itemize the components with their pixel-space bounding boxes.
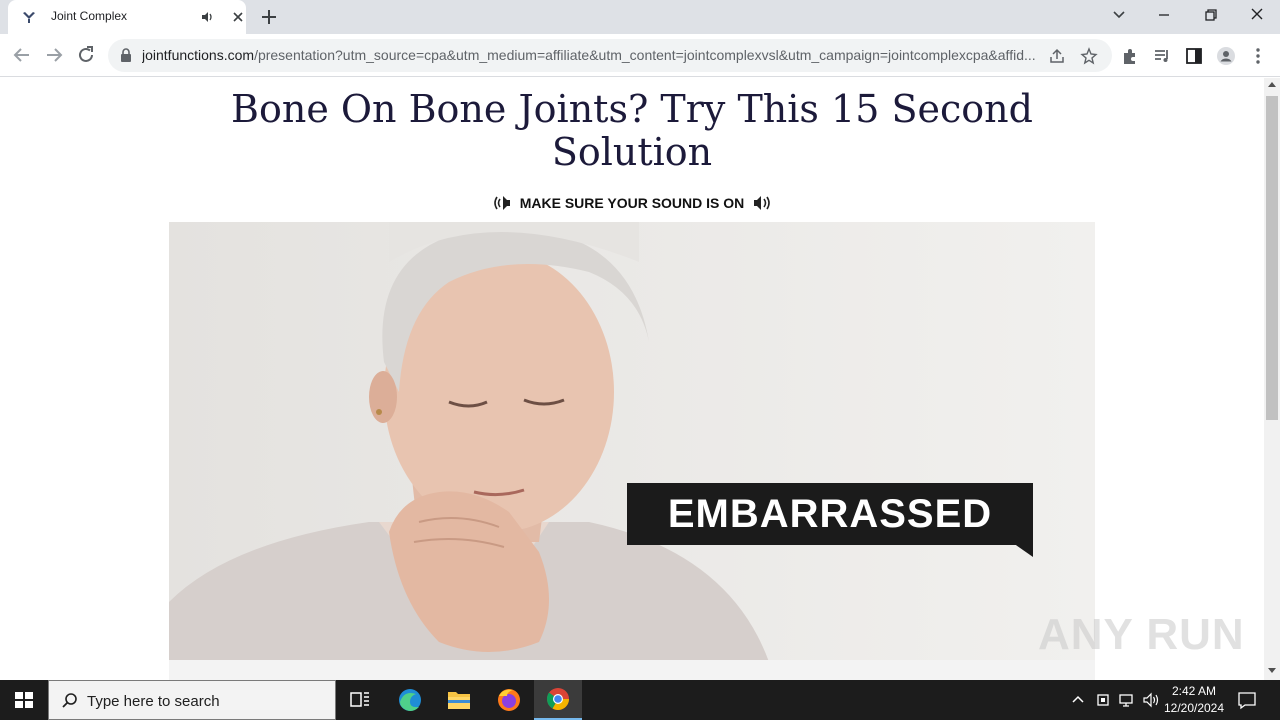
notification-center-icon[interactable] [1236, 690, 1258, 710]
caption-tail [1013, 543, 1033, 557]
tab-strip: Joint Complex [0, 0, 1280, 34]
search-placeholder: Type here to search [87, 693, 220, 710]
web-page: Bone On Bone Joints? Try This 15 Second … [0, 78, 1264, 680]
url-host: jointfunctions.com [142, 47, 255, 63]
taskbar-search-box[interactable]: Type here to search [48, 680, 336, 720]
side-panel-icon[interactable] [1184, 46, 1204, 66]
minimize-icon[interactable] [1152, 5, 1176, 25]
reload-icon[interactable] [74, 43, 98, 67]
url-path: /presentation?utm_source=cpa&utm_medium=… [254, 47, 1036, 63]
clock-time: 2:42 AM [1171, 684, 1217, 698]
page-scrollbar[interactable] [1264, 78, 1280, 680]
sound-notice: MAKE SURE YOUR SOUND IS ON [0, 194, 1264, 212]
tab-title: Joint Complex [51, 9, 128, 23]
clock-date: 12/20/2024 [1163, 701, 1225, 715]
extensions-icon[interactable] [1120, 46, 1140, 66]
bookmark-star-icon[interactable] [1080, 47, 1098, 65]
forward-icon[interactable] [42, 43, 66, 67]
address-bar[interactable]: jointfunctions.com/presentation?utm_sour… [108, 39, 1112, 72]
tray-chevron-up-icon[interactable] [1068, 690, 1088, 710]
volume-icon[interactable] [1141, 690, 1161, 710]
tab-search-chevron-icon[interactable] [1107, 5, 1131, 25]
windows-taskbar: Type here to search 2:42 AM 12/20/2024 [0, 680, 1280, 720]
new-tab-icon[interactable] [259, 7, 279, 27]
video-controls-strip [169, 660, 1095, 680]
restore-icon[interactable] [1199, 5, 1223, 25]
profile-avatar-icon[interactable] [1216, 46, 1236, 66]
chrome-icon [546, 688, 569, 710]
edge-browser-icon[interactable] [386, 680, 434, 720]
speaker-right-icon [754, 196, 770, 211]
tray-device-icon[interactable] [1093, 690, 1113, 710]
taskbar-clock[interactable]: 2:42 AM 12/20/2024 [1160, 683, 1228, 717]
sound-notice-text: MAKE SURE YOUR SOUND IS ON [519, 195, 745, 212]
lock-icon[interactable] [120, 48, 132, 62]
scroll-up-arrow[interactable] [1268, 82, 1276, 87]
browser-toolbar: jointfunctions.com/presentation?utm_sour… [0, 34, 1280, 77]
video-player[interactable] [169, 222, 1095, 662]
media-control-icon[interactable] [1152, 46, 1172, 66]
tab-audio-icon[interactable] [199, 9, 215, 25]
file-explorer-icon[interactable] [435, 680, 483, 720]
task-view-icon[interactable] [336, 680, 384, 720]
tab-close-icon[interactable] [230, 9, 246, 25]
close-window-icon[interactable] [1245, 5, 1269, 25]
scrollbar-thumb[interactable] [1266, 96, 1278, 420]
anyrun-watermark: ANY RUN [1038, 610, 1245, 659]
site-favicon-icon [23, 12, 35, 23]
share-icon[interactable] [1048, 47, 1066, 65]
scroll-down-arrow[interactable] [1268, 668, 1276, 673]
windows-start-icon[interactable] [0, 680, 48, 720]
firefox-icon[interactable] [485, 680, 533, 720]
network-icon[interactable] [1117, 690, 1137, 710]
menu-kebab-icon[interactable] [1248, 46, 1268, 66]
video-caption: EMBARRASSED [627, 483, 1033, 545]
video-frame-woman-image [169, 222, 1095, 662]
browser-tab[interactable]: Joint Complex [8, 0, 246, 34]
page-headline: Bone On Bone Joints? Try This 15 Second … [231, 87, 1033, 174]
back-icon[interactable] [10, 43, 34, 67]
speaker-left-icon [494, 196, 510, 211]
url-text[interactable]: jointfunctions.com/presentation?utm_sour… [142, 47, 1042, 63]
search-icon [62, 693, 77, 708]
chrome-taskbar-button[interactable] [534, 680, 582, 720]
